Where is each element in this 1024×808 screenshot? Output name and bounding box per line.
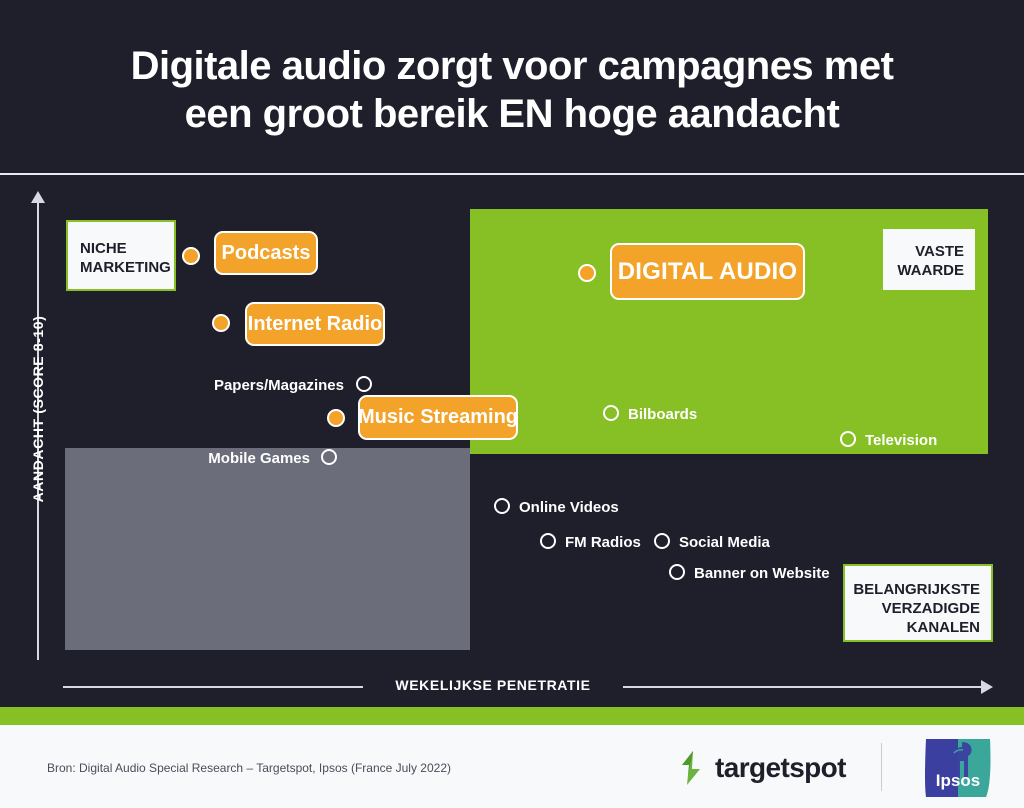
label-online-videos: Online Videos (519, 499, 619, 516)
data-point-digital-audio (578, 264, 596, 282)
ipsos-logo: Ipsos (924, 739, 992, 797)
x-axis: WEKELIJKSE PENETRATIE (63, 676, 998, 698)
lightning-bolt-icon (682, 751, 700, 785)
data-point-television (840, 431, 856, 447)
data-point-social-media (654, 533, 670, 549)
label-television: Television (865, 432, 938, 449)
y-axis-label: AANDACHT (SCORE 8-10) (30, 315, 46, 503)
x-axis-arrow-icon (981, 680, 993, 694)
footer: Bron: Digital Audio Special Research – T… (0, 725, 1024, 808)
targetspot-wordmark: targetspot (715, 752, 847, 783)
footer-accent-bar (0, 707, 1024, 725)
callout-niche-marketing: NICHE MARKETING (66, 220, 176, 291)
callout-vaste-waarde: VASTE WAARDE (883, 229, 975, 290)
data-point-mobile-games (321, 449, 337, 465)
label-internet-radio: Internet Radio (245, 302, 385, 346)
footer-logo-divider (881, 743, 882, 791)
data-point-fm-radios (540, 533, 556, 549)
data-point-internet-radio (212, 314, 230, 332)
x-axis-line-right (623, 686, 983, 688)
label-fm-radios: FM Radios (565, 534, 641, 551)
label-digital-audio: DIGITAL AUDIO (610, 243, 805, 300)
data-point-bilboards (603, 405, 619, 421)
data-point-papers-magazines (356, 376, 372, 392)
page-title: Digitale audio zorgt voor campagnes met … (130, 44, 894, 136)
label-bilboards: Bilboards (628, 406, 698, 423)
callout-belangrijkste-verzadigde-kanalen: BELANGRIJKSTE VERZADIGDE KANALEN (843, 564, 993, 642)
data-point-podcasts (182, 247, 200, 265)
label-mobile-games: Mobile Games (208, 450, 310, 467)
source-citation: Bron: Digital Audio Special Research – T… (47, 761, 451, 775)
x-axis-line-left (63, 686, 363, 688)
data-point-music-streaming (327, 409, 345, 427)
ipsos-wordmark: Ipsos (935, 771, 981, 790)
label-podcasts: Podcasts (214, 231, 318, 275)
label-banner-on-website: Banner on Website (694, 565, 830, 582)
gray-quadrant-region (65, 448, 470, 650)
scatter-chart: AANDACHT (SCORE 8-10) WEKELIJKSE PENETRA… (0, 176, 1024, 707)
y-axis-arrow-icon (31, 191, 45, 203)
label-social-media: Social Media (679, 534, 770, 551)
x-axis-label: WEKELIJKSE PENETRATIE (395, 677, 591, 693)
infographic-page: Digitale audio zorgt voor campagnes met … (0, 0, 1024, 808)
header-divider (0, 173, 1024, 175)
header: Digitale audio zorgt voor campagnes met … (0, 0, 1024, 175)
data-point-online-videos (494, 498, 510, 514)
label-papers-magazines: Papers/Magazines (213, 377, 344, 394)
data-point-banner-on-website (669, 564, 685, 580)
targetspot-logo: targetspot (676, 751, 847, 785)
label-music-streaming: Music Streaming (358, 395, 518, 440)
